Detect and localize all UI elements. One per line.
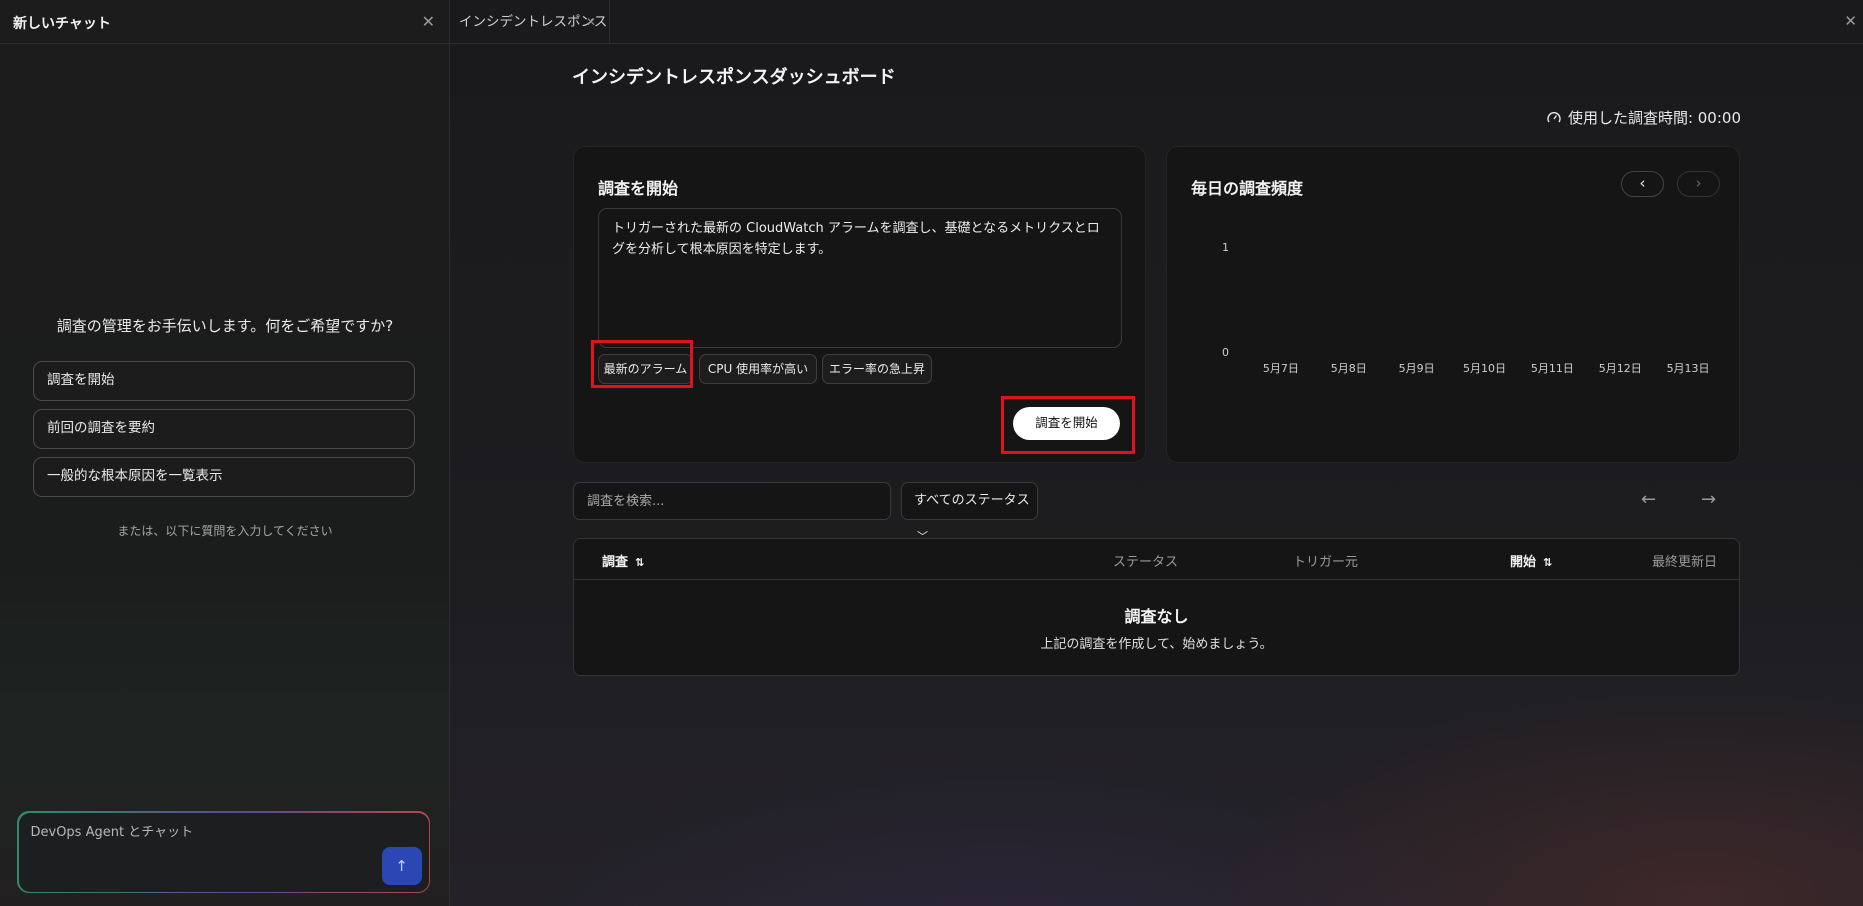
chat-or-text: または、以下に質問を入力してください: [117, 524, 333, 538]
chip-high-cpu[interactable]: CPU 使用率が高い: [699, 354, 817, 384]
gauge-icon: [1547, 111, 1561, 122]
arrow-right-icon[interactable]: →: [1701, 489, 1716, 510]
column-status: ステータス: [1113, 555, 1179, 570]
page-title: インシデントレスポンスダッシュボード: [572, 67, 896, 88]
y-tick-label: 1: [1222, 241, 1229, 254]
x-tick-label: 5月10日: [1463, 362, 1506, 375]
highlight-box: [1001, 396, 1135, 454]
y-tick-label: 0: [1222, 346, 1229, 359]
table-header: 調査 ⇅ ステータス トリガー元 開始 ⇅ 最終更新日: [574, 539, 1739, 580]
highlight-box: [591, 340, 693, 388]
x-tick-label: 5月7日: [1263, 362, 1299, 375]
chat-header: 新しいチャット ✕: [0, 0, 449, 44]
x-tick-label: 5月13日: [1667, 362, 1710, 375]
sort-icon[interactable]: ⇅: [1543, 556, 1552, 569]
column-start[interactable]: 開始 ⇅: [1510, 551, 1552, 570]
status-filter-select[interactable]: すべてのステータス ﹀: [901, 482, 1038, 543]
empty-state-title: 調査なし: [1124, 607, 1189, 626]
card-title: 調査を開始: [598, 179, 679, 198]
timer: 使用した調査時間: 00:00: [1546, 107, 1741, 128]
chip-error-rate-spike[interactable]: エラー率の急上昇: [822, 354, 932, 384]
investigation-prompt-input[interactable]: トリガーされた最新の CloudWatch アラームを調査し、基礎となるメトリク…: [598, 208, 1122, 348]
suggestion-summarize-previous[interactable]: 前回の調査を要約: [33, 409, 415, 449]
column-investigation[interactable]: 調査 ⇅: [602, 551, 644, 570]
chat-prompt: 調査の管理をお手伝いします。何をご希望ですか?: [56, 317, 394, 335]
tab-bar: インシデントレスポンス ✕ ✕: [450, 0, 1863, 44]
chat-input-box: ↑: [17, 811, 430, 893]
sort-icon[interactable]: ⇅: [635, 556, 644, 569]
empty-state-description: 上記の調査を作成して、始めましょう。: [1040, 637, 1273, 652]
x-tick-label: 5月8日: [1331, 362, 1367, 375]
suggestion-start-investigation[interactable]: 調査を開始: [33, 361, 415, 401]
search-input[interactable]: [573, 482, 891, 520]
start-investigation-card: 調査を開始 トリガーされた最新の CloudWatch アラームを調査し、基礎と…: [573, 146, 1146, 463]
column-last-updated: 最終更新日: [1652, 555, 1718, 570]
investigations-table: 調査 ⇅ ステータス トリガー元 開始 ⇅ 最終更新日 調査なし 上記の調査を作成し…: [573, 538, 1740, 676]
chat-title: 新しいチャット: [13, 16, 111, 32]
send-button[interactable]: ↑: [381, 846, 422, 885]
x-tick-label: 5月9日: [1399, 362, 1435, 375]
suggestion-list-root-causes[interactable]: 一般的な根本原因を一覧表示: [33, 457, 415, 497]
chat-panel: 新しいチャット ✕ 調査の管理をお手伝いします。何をご希望ですか? 調査を開始 …: [0, 0, 450, 906]
x-tick-label: 5月12日: [1599, 362, 1642, 375]
chat-input[interactable]: [30, 824, 361, 840]
arrow-left-icon[interactable]: ←: [1641, 489, 1656, 510]
close-icon[interactable]: ✕: [1844, 12, 1857, 30]
timer-text: 使用した調査時間: 00:00: [1567, 109, 1741, 127]
close-icon[interactable]: ✕: [422, 12, 435, 31]
main-area: インシデントレスポンス ✕ ✕ インシデントレスポンスダッシュボード 使用した調…: [450, 0, 1863, 906]
x-tick-label: 5月11日: [1531, 362, 1574, 375]
tab-close-icon[interactable]: ✕: [586, 0, 596, 44]
arrow-up-icon: ↑: [395, 856, 408, 875]
column-trigger: トリガー元: [1293, 555, 1359, 570]
tab-incident-response[interactable]: インシデントレスポンス ✕: [450, 0, 610, 44]
daily-frequency-card: 毎日の調査頻度 ‹ › 1 0 5月7日 5月8日 5月9日 5月10日 5月11日 5月12…: [1166, 146, 1740, 463]
frequency-chart: 1 0 5月7日 5月8日 5月9日 5月10日 5月11日 5月12日 5月13日: [1222, 241, 1710, 375]
status-filter-value: すべてのステータス: [914, 493, 1030, 508]
